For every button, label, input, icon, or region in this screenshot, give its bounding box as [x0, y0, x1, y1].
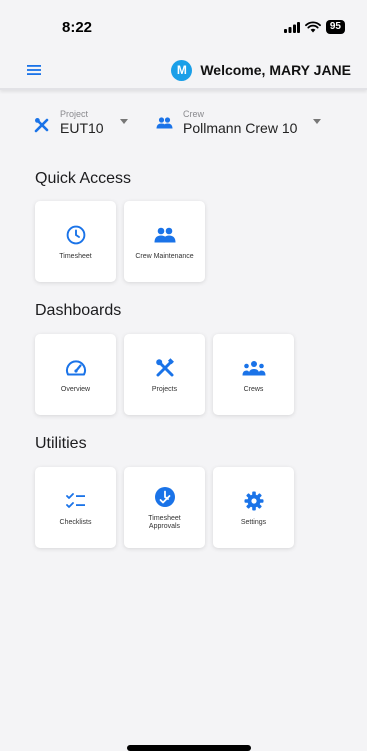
crews-tile[interactable]: Crews	[213, 334, 294, 415]
timesheet-approvals-label: Timesheet Approvals	[148, 514, 181, 530]
checklists-tile[interactable]: Checklists	[35, 467, 116, 548]
checklists-label: Checklists	[59, 518, 92, 526]
project-label: Project	[60, 109, 89, 119]
tools-icon	[34, 118, 49, 133]
welcome-text: Welcome, MARY JANE	[200, 62, 351, 78]
crew-value: Pollmann Crew 10	[183, 120, 298, 136]
project-value: EUT10	[60, 120, 104, 136]
filter-bar: Project EUT10 Crew Pollmann Crew 10	[34, 109, 333, 136]
signal-icon	[283, 21, 300, 33]
crews-label: Crews	[243, 385, 264, 393]
projects-label: Projects	[151, 385, 178, 393]
home-indicator	[127, 745, 251, 751]
crew-label: Crew	[183, 109, 205, 119]
quick-access-tiles: Timesheet Crew Maintenance	[35, 201, 205, 282]
settings-label: Settings	[240, 518, 267, 526]
crew-maintenance-label: Crew Maintenance	[135, 252, 194, 260]
crew-maintenance-tile[interactable]: Crew Maintenance	[124, 201, 205, 282]
welcome-area: M Welcome, MARY JANE	[171, 59, 351, 81]
status-bar: 8:22 95	[0, 0, 367, 54]
settings-tile[interactable]: Settings	[213, 467, 294, 548]
approval-icon	[154, 486, 175, 507]
chevron-down-icon	[119, 119, 128, 124]
tools-icon	[155, 357, 174, 376]
timesheet-approvals-tile[interactable]: Timesheet Approvals	[124, 467, 205, 548]
timesheet-label: Timesheet	[59, 252, 92, 260]
timesheet-tile[interactable]: Timesheet	[35, 201, 116, 282]
project-selector[interactable]: Project EUT10	[34, 109, 144, 136]
menu-icon[interactable]	[27, 64, 41, 76]
overview-label: Overview	[60, 385, 91, 393]
utilities-tiles: Checklists Timesheet Approvals Settings	[35, 467, 294, 548]
crew-selector-text: Crew Pollmann Crew 10	[183, 109, 297, 136]
group-icon	[156, 117, 173, 129]
wifi-icon	[304, 21, 321, 33]
crew-selector[interactable]: Crew Pollmann Crew 10	[156, 109, 322, 136]
dashboards-tiles: Overview Projects Crews	[35, 334, 294, 415]
checklist-icon	[65, 492, 85, 508]
groups-icon	[242, 360, 265, 375]
quick-access-title: Quick Access	[35, 170, 132, 187]
overview-tile[interactable]: Overview	[35, 334, 116, 415]
project-selector-text: Project EUT10	[60, 109, 104, 136]
projects-tile[interactable]: Projects	[124, 334, 205, 415]
dashboards-title: Dashboards	[35, 302, 122, 319]
chevron-down-icon	[313, 119, 322, 124]
clock-icon	[66, 225, 85, 244]
battery-indicator: 95	[325, 20, 345, 34]
app-bar: M Welcome, MARY JANE	[0, 52, 367, 90]
gear-icon	[244, 491, 263, 510]
group-icon	[154, 227, 175, 242]
status-indicators: 95	[283, 20, 345, 34]
status-time: 8:22	[62, 18, 93, 36]
speedometer-icon	[65, 359, 86, 375]
utilities-title: Utilities	[35, 435, 87, 452]
avatar[interactable]: M	[171, 59, 193, 81]
